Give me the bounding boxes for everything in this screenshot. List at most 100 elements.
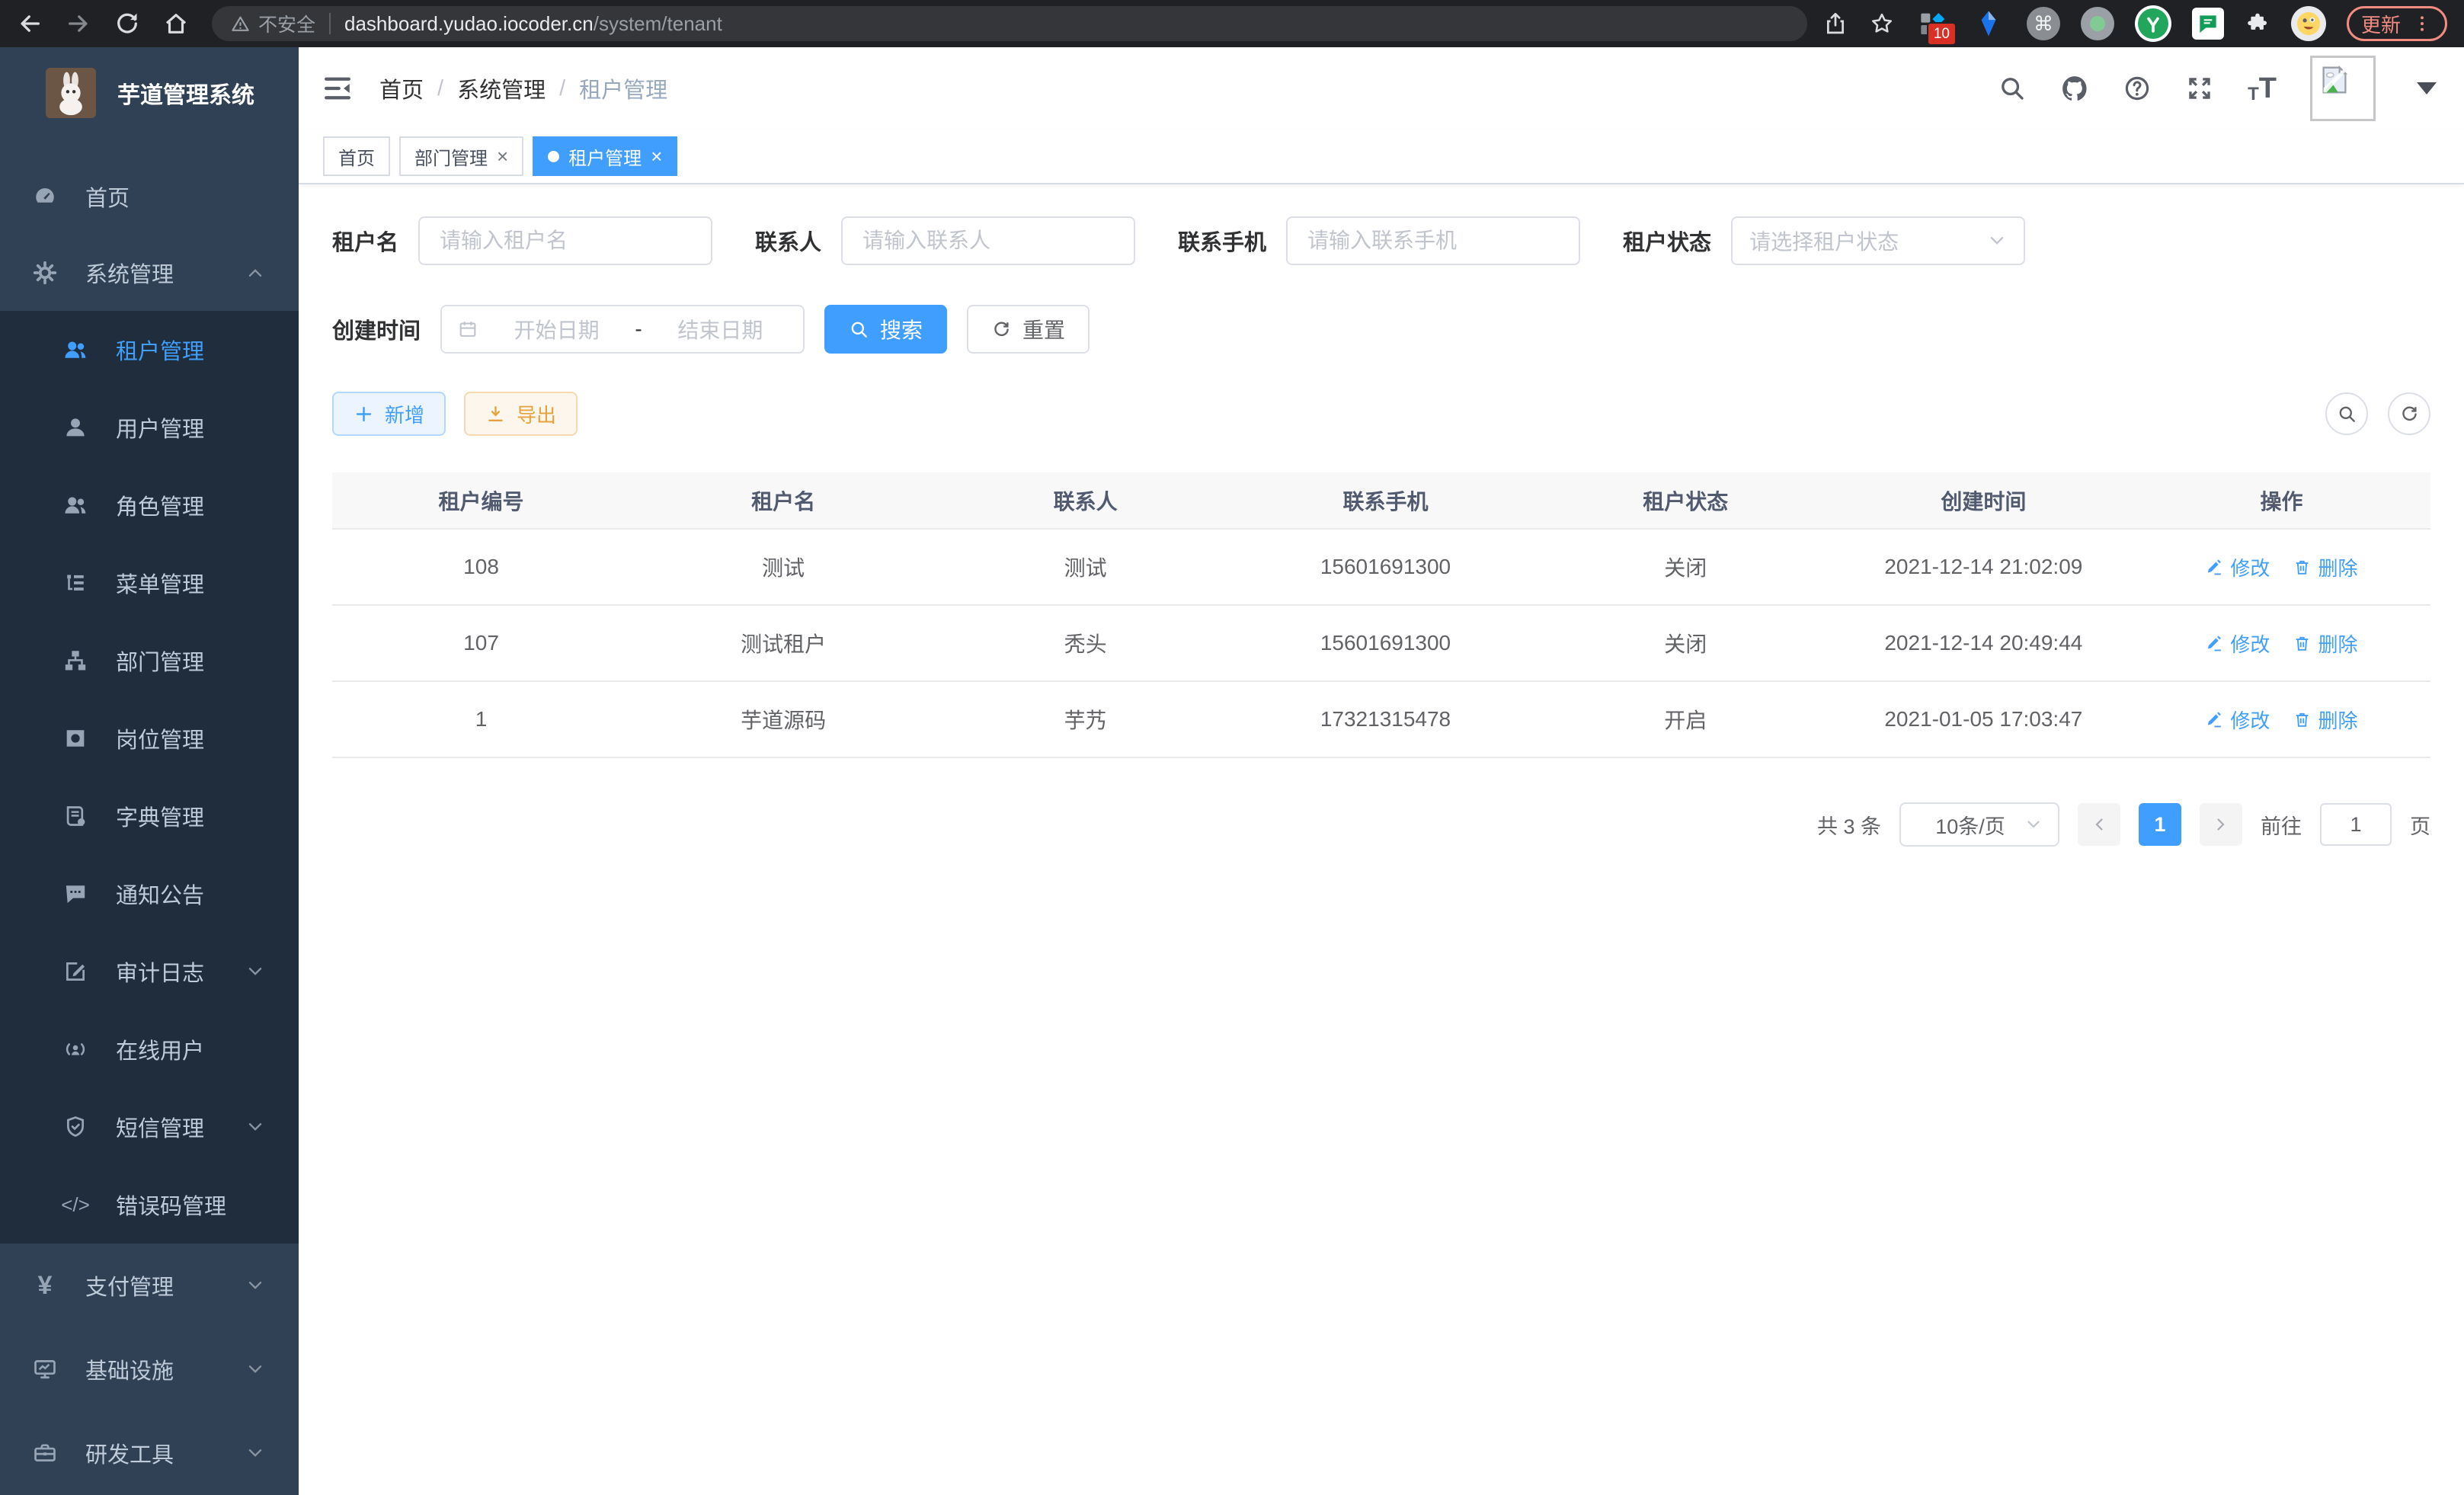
font-size-icon[interactable]: TT [2248, 72, 2277, 105]
chat-extension-icon[interactable] [2192, 8, 2224, 40]
chevron-down-icon [2024, 815, 2043, 834]
delete-link[interactable]: 删除 [2293, 553, 2357, 581]
profile-avatar-icon[interactable] [2291, 6, 2326, 41]
search-button[interactable]: 搜索 [824, 305, 947, 354]
sidebar-item-tenant[interactable]: 租户管理 [0, 311, 299, 389]
date-range-picker[interactable]: 开始日期 - 结束日期 [440, 305, 805, 354]
share-icon[interactable] [1822, 11, 1848, 37]
user-avatar[interactable] [2310, 56, 2376, 121]
created-time-label: 创建时间 [332, 313, 421, 345]
breadcrumb-current: 租户管理 [579, 72, 667, 104]
status-select[interactable]: 请选择租户状态 [1731, 216, 2025, 265]
sidebar-item-online-users[interactable]: 在线用户 [0, 1010, 299, 1088]
mobile-label: 联系手机 [1178, 225, 1266, 257]
refresh-table-button[interactable] [2388, 392, 2430, 435]
tab-home[interactable]: 首页 [323, 136, 390, 176]
help-icon[interactable] [2123, 74, 2152, 103]
not-secure-warning-icon[interactable] [230, 14, 251, 34]
url-path[interactable]: /system/tenant [594, 12, 722, 36]
add-button[interactable]: 新增 [332, 392, 446, 436]
tab-label: 部门管理 [414, 143, 488, 170]
export-button[interactable]: 导出 [464, 392, 578, 436]
sidebar-item-label: 部门管理 [116, 645, 204, 677]
chevron-right-icon [2212, 815, 2230, 834]
sidebar-item-dept[interactable]: 部门管理 [0, 622, 299, 699]
kite-extension-icon[interactable] [1971, 6, 2006, 41]
sidebar-item-error-code[interactable]: </> 错误码管理 [0, 1166, 299, 1244]
avatar-caret-down-icon[interactable] [2417, 82, 2437, 94]
tab-close-icon[interactable]: × [497, 146, 508, 166]
contact-input[interactable] [841, 216, 1135, 265]
sidebar-item-label: 支付管理 [85, 1269, 174, 1301]
goto-page-input[interactable] [2320, 803, 2392, 846]
toggle-search-button[interactable] [2325, 392, 2368, 435]
header-search-icon[interactable] [1998, 74, 2027, 103]
edit-link[interactable]: 修改 [2205, 553, 2270, 581]
sidebar-item-infrastructure[interactable]: 基础设施 [0, 1327, 299, 1411]
sidebar-item-menu[interactable]: 菜单管理 [0, 544, 299, 622]
users-icon [62, 492, 88, 518]
address-bar[interactable]: 不安全 dashboard.yudao.iocoder.cn/system/te… [212, 6, 1807, 41]
edit-link[interactable]: 修改 [2205, 629, 2270, 658]
next-page-button[interactable] [2200, 803, 2242, 846]
tab-dept[interactable]: 部门管理 × [399, 136, 523, 176]
delete-link[interactable]: 删除 [2293, 629, 2357, 658]
delete-link[interactable]: 删除 [2293, 706, 2357, 734]
recorder-extension-icon[interactable] [2081, 7, 2114, 40]
tenant-name-input[interactable] [418, 216, 712, 265]
sidebar-item-label: 错误码管理 [116, 1189, 226, 1221]
cell-mobile: 15601691300 [1234, 529, 1537, 605]
page-number-button[interactable]: 1 [2139, 803, 2181, 846]
trash-icon [2293, 634, 2312, 653]
fullscreen-icon[interactable] [2185, 74, 2214, 103]
cell-status: 关闭 [1537, 605, 1835, 681]
message-icon [62, 881, 88, 907]
chevron-down-icon [245, 1276, 265, 1295]
sidebar: 芋道管理系统 首页 系统管理 租户管理 用户管理 角色管理 [0, 47, 299, 1495]
table-row: 107 测试租户 秃头 15601691300 关闭 2021-12-14 20… [332, 605, 2430, 681]
not-secure-label[interactable]: 不安全 [258, 10, 315, 37]
url-host[interactable]: dashboard.yudao.iocoder.cn [344, 12, 594, 36]
command-extension-icon[interactable]: ⌘ [2027, 7, 2060, 40]
browser-back-icon[interactable] [17, 11, 43, 37]
sidebar-item-post[interactable]: 岗位管理 [0, 699, 299, 777]
sidebar-collapse-icon[interactable] [322, 72, 354, 104]
browser-home-icon[interactable] [163, 11, 189, 37]
breadcrumb-home[interactable]: 首页 [379, 72, 424, 104]
mobile-input[interactable] [1286, 216, 1580, 265]
sidebar-item-payment[interactable]: ¥ 支付管理 [0, 1244, 299, 1327]
tenant-table: 租户编号 租户名 联系人 联系手机 租户状态 创建时间 操作 108 测试 测试 [332, 472, 2430, 758]
sidebar-item-audit-log[interactable]: 审计日志 [0, 933, 299, 1010]
pin-extension-icon[interactable]: 10 [1915, 6, 1950, 41]
sidebar-item-role[interactable]: 角色管理 [0, 466, 299, 544]
log-edit-icon [62, 959, 88, 984]
col-tenant-id: 租户编号 [332, 472, 630, 529]
tab-tenant[interactable]: 租户管理 × [533, 136, 677, 176]
sidebar-item-system[interactable]: 系统管理 [0, 235, 299, 311]
extensions-puzzle-icon[interactable] [2245, 11, 2270, 37]
bookmark-star-icon[interactable] [1869, 11, 1895, 37]
sidebar-item-sms[interactable]: 短信管理 [0, 1088, 299, 1166]
tab-close-icon[interactable]: × [651, 146, 662, 166]
app-title: 芋道管理系统 [117, 76, 254, 110]
sidebar-item-dev-tools[interactable]: 研发工具 [0, 1411, 299, 1495]
page-size-select[interactable]: 10条/页 [1899, 802, 2059, 847]
github-icon[interactable] [2060, 74, 2089, 103]
prev-page-button[interactable] [2078, 803, 2120, 846]
sidebar-item-dict[interactable]: 字典管理 [0, 777, 299, 855]
cell-contact: 芋艿 [936, 681, 1234, 757]
refresh-icon [991, 319, 1012, 340]
sidebar-item-home[interactable]: 首页 [0, 158, 299, 235]
breadcrumb-section[interactable]: 系统管理 [457, 72, 546, 104]
yudao-extension-icon[interactable] [2135, 5, 2171, 42]
app-logo-row[interactable]: 芋道管理系统 [0, 47, 299, 139]
browser-forward-icon[interactable] [66, 11, 91, 37]
sidebar-item-notice[interactable]: 通知公告 [0, 855, 299, 933]
chrome-update-button[interactable]: 更新 [2347, 6, 2447, 41]
sidebar-item-user[interactable]: 用户管理 [0, 389, 299, 466]
sidebar-item-label: 基础设施 [85, 1353, 174, 1385]
edit-link[interactable]: 修改 [2205, 706, 2270, 734]
browser-menu-dots-icon[interactable] [2411, 13, 2433, 34]
reset-button[interactable]: 重置 [967, 305, 1090, 354]
browser-reload-icon[interactable] [114, 11, 140, 37]
